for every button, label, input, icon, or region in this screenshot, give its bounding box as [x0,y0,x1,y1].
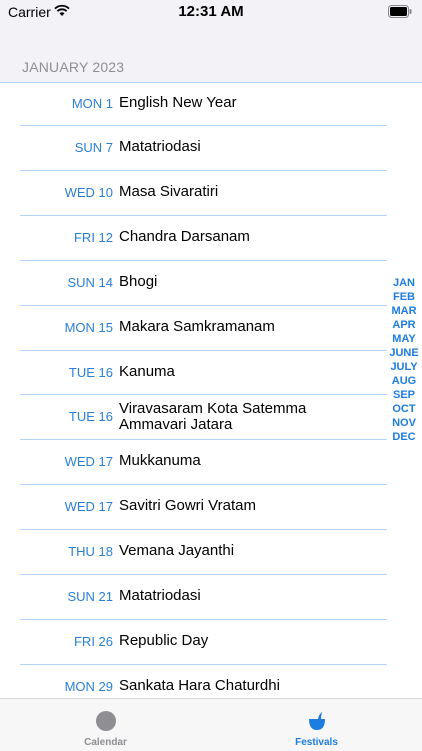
festival-date: FRI 26 [73,634,113,649]
festival-name: Savitri Gowri Vratam [119,497,256,514]
circle-icon [96,711,116,731]
festival-name: Kanuma [119,363,175,380]
festival-date: WED 10 [64,185,113,200]
festival-date: MON 1 [71,96,113,111]
tab-calendar[interactable]: Calendar [0,699,211,751]
festival-date: TUE 16 [68,365,113,380]
festival-row[interactable]: FRI 12 Chandra Darsanam [0,216,387,261]
month-index-item[interactable]: FEB [393,290,415,304]
festival-row[interactable]: WED 10 Masa Sivaratiri [0,171,387,216]
festival-name: Viravasaram Kota Satemma Ammavari Jatara [119,400,307,433]
festival-row[interactable]: THU 18 Vemana Jayanthi [0,530,387,575]
tab-festivals-label: Festivals [295,737,338,748]
month-index-item[interactable]: OCT [392,402,415,416]
month-index-item[interactable]: MAR [391,304,416,318]
month-index-item[interactable]: NOV [392,416,416,430]
month-index-item[interactable]: SEP [393,388,415,402]
festival-row[interactable]: SUN 7 Matatriodasi [0,126,387,171]
status-bar: Carrier 12:31 AM [0,0,422,24]
festival-row[interactable]: MON 1 English New Year [0,82,387,126]
festival-date: FRI 12 [73,230,113,245]
festival-row[interactable]: WED 17 Mukkanuma [0,440,387,485]
festival-row[interactable]: SUN 14 Bhogi [0,261,387,306]
festival-name: Matatriodasi [119,138,201,155]
pot-icon [309,712,325,730]
festival-name: Bhogi [119,273,158,290]
section-header-area: JANUARY 2023 [0,24,422,83]
tab-bar: Calendar Festivals [0,698,422,751]
festival-name: Sankata Hara Chaturdhi [119,677,280,694]
festival-date: SUN 21 [67,589,113,604]
festival-name: Chandra Darsanam [119,228,250,245]
month-index[interactable]: JAN FEB MAR APR MAY JUNE JULY AUG SEP OCT NOV DEC [386,276,422,444]
month-index-item[interactable]: JUNE [389,346,418,360]
tab-festivals[interactable]: Festivals [211,699,422,751]
festival-row[interactable]: TUE 16 Kanuma [0,351,387,395]
festival-name: Mukkanuma [119,452,201,469]
festival-date: MON 15 [64,320,113,335]
festival-name: Republic Day [119,632,209,649]
month-index-item[interactable]: APR [392,318,415,332]
clock: 12:31 AM [178,3,244,20]
festival-date: THU 18 [68,544,113,559]
battery-icon [388,5,412,18]
festival-name: English New Year [119,94,237,111]
month-index-item[interactable]: AUG [392,374,416,388]
month-index-item[interactable]: JAN [393,276,415,290]
festival-date: TUE 16 [68,409,113,424]
festival-row[interactable]: WED 17 Savitri Gowri Vratam [0,485,387,530]
festival-date: MON 29 [64,679,113,694]
festival-row[interactable]: TUE 16 Viravasaram Kota Satemma Ammavari … [0,395,387,440]
tab-calendar-label: Calendar [84,737,127,748]
festival-list[interactable]: MON 1 English New Year SUN 7 Matatriodasi WE… [0,82,422,710]
festival-date: WED 17 [64,499,113,514]
festival-row[interactable]: FRI 26 Republic Day [0,620,387,665]
festival-name: Vemana Jayanthi [119,542,235,559]
festival-name: Makara Samkramanam [119,318,275,335]
festival-date: SUN 14 [67,275,113,290]
festival-row[interactable]: MON 15 Makara Samkramanam [0,306,387,351]
festival-row[interactable]: SUN 21 Matatriodasi [0,575,387,620]
section-header: JANUARY 2023 [22,59,125,75]
festival-date: SUN 7 [74,140,113,155]
festival-name: Masa Sivaratiri [119,183,219,200]
month-index-item[interactable]: DEC [392,430,415,444]
month-index-item[interactable]: MAY [392,332,415,346]
festival-date: WED 17 [64,454,113,469]
month-index-item[interactable]: JULY [390,360,417,374]
festival-name: Matatriodasi [119,587,201,604]
